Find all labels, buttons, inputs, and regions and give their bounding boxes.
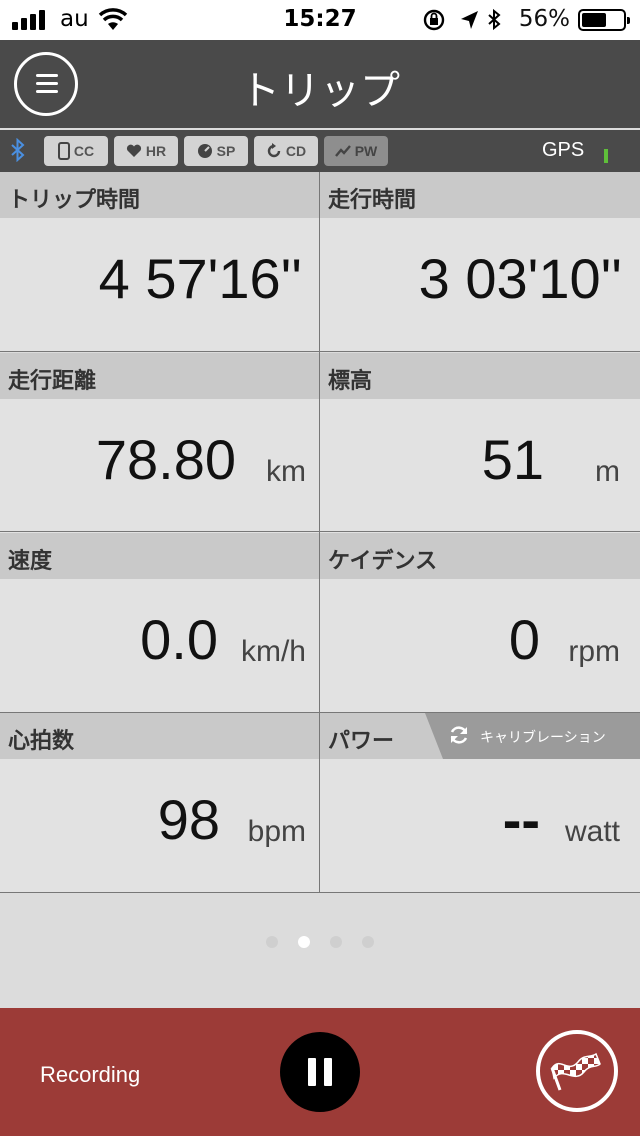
metric-altitude: 標高 51 m [320, 353, 640, 533]
recording-label: Recording [40, 1062, 141, 1087]
calibration-label: キャリブレーション [480, 730, 606, 746]
page-dot[interactable] [266, 936, 278, 948]
metric-label: 速度 [0, 533, 320, 579]
grid-divider [0, 351, 640, 352]
metric-unit: m [595, 455, 620, 488]
power-icon [334, 145, 351, 157]
metric-label: 走行時間 [320, 172, 640, 218]
location-arrow-icon [461, 11, 478, 29]
gps-signal-icon [604, 149, 608, 163]
metric-label: 走行距離 [0, 353, 320, 399]
pause-icon [308, 1058, 316, 1086]
sensor-status-bar: CC HR SP CD PW GPS [0, 130, 640, 172]
page-dot[interactable] [330, 936, 342, 948]
metric-value: 78.80 [95, 428, 236, 491]
metric-trip-time: トリップ時間 4 57'16'' [0, 172, 320, 352]
pause-button[interactable] [280, 1032, 360, 1112]
metric-value: 0 [508, 608, 540, 671]
page-dot-active[interactable] [298, 936, 310, 948]
metric-unit: rpm [568, 635, 620, 668]
metric-unit: bpm [247, 815, 306, 848]
metric-value: 4 57'16'' [98, 247, 302, 310]
menu-button[interactable] [14, 52, 78, 116]
cadence-icon [267, 143, 281, 158]
metric-speed: 速度 0.0 km/h [0, 533, 320, 713]
metric-value: 3 03'10'' [418, 247, 622, 310]
recording-bar: Recording [0, 1008, 640, 1136]
metric-unit: watt [564, 815, 620, 848]
rotation-lock-icon [423, 9, 445, 31]
metric-label: ケイデンス [320, 533, 640, 579]
metric-unit: km/h [240, 635, 306, 668]
battery-percent: 56% [518, 6, 570, 32]
page-title: トリップ [240, 68, 400, 114]
heart-icon [126, 144, 141, 157]
phone-icon [57, 142, 70, 160]
sensor-chip-sp[interactable]: SP [184, 136, 248, 166]
metric-label: 標高 [320, 353, 640, 399]
metric-value: 98 [157, 788, 220, 851]
page-dot[interactable] [362, 936, 374, 948]
sensor-chip-pw[interactable]: PW [324, 136, 388, 166]
page-indicator[interactable] [0, 936, 640, 950]
finish-button[interactable] [536, 1030, 618, 1112]
speed-icon [197, 144, 212, 158]
status-icons [423, 8, 501, 31]
sensor-chip-hr[interactable]: HR [114, 136, 178, 166]
battery-icon [578, 9, 630, 31]
metric-cadence: ケイデンス 0 rpm [320, 533, 640, 713]
bluetooth-icon [488, 8, 501, 31]
bluetooth-icon [11, 138, 25, 162]
metric-distance: 走行距離 78.80 km [0, 353, 320, 533]
checkered-flag-icon [550, 1052, 601, 1091]
metric-heart-rate: 心拍数 98 bpm [0, 713, 320, 893]
grid-divider [0, 712, 640, 713]
metric-value: 0.0 [140, 608, 218, 671]
metric-label: 心拍数 [0, 713, 320, 759]
grid-divider [0, 892, 640, 893]
metric-riding-time: 走行時間 3 03'10'' [320, 172, 640, 352]
metric-value: 51 [481, 428, 544, 491]
metric-unit: km [266, 455, 306, 488]
metric-label: トリップ時間 [0, 172, 320, 218]
sensor-chip-cd[interactable]: CD [254, 136, 318, 166]
grid-divider [0, 531, 640, 532]
grid-divider [319, 172, 320, 893]
sensor-chip-cc[interactable]: CC [44, 136, 108, 166]
metric-value: -- [502, 788, 540, 851]
status-bar: au 15:27 56% [0, 0, 640, 40]
app-header: トリップ [0, 40, 640, 128]
refresh-icon [450, 726, 468, 744]
gps-label: GPS [542, 139, 585, 161]
